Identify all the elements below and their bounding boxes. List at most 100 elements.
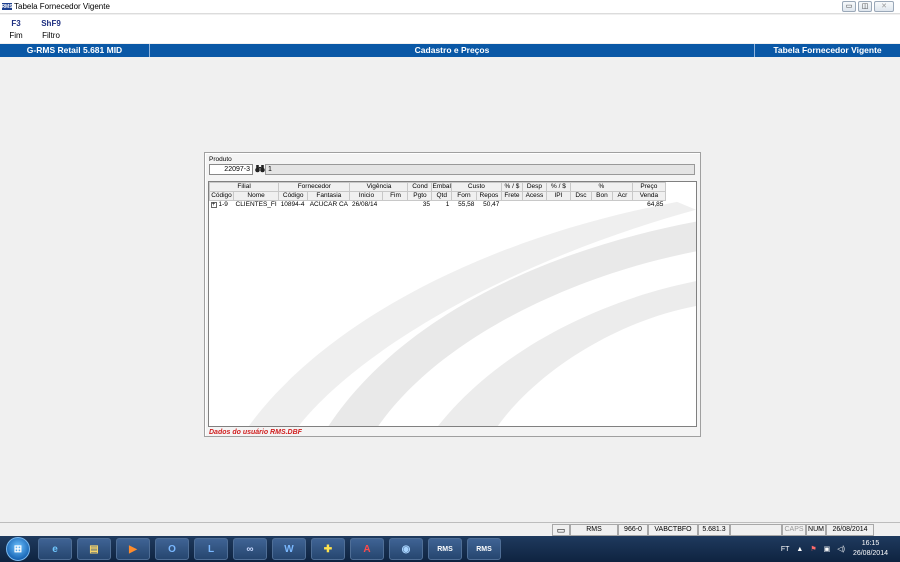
grid-column-header[interactable]: Frete: [500, 191, 523, 201]
grid-group-header: Desp: [521, 182, 547, 192]
grid-cell: [591, 201, 612, 210]
status-date: 26/08/2014: [826, 524, 874, 536]
grid-column-header[interactable]: IPI: [545, 191, 571, 201]
grid-cell: 35: [422, 201, 430, 209]
maximize-button[interactable]: ◫: [858, 1, 872, 12]
grid-column-header[interactable]: Código: [278, 191, 309, 201]
fkey-label: Filtro: [42, 31, 60, 40]
grid-column-header[interactable]: Dsc: [569, 191, 592, 201]
rms-app-icon: RMS: [1, 3, 13, 10]
grid-cell: [501, 201, 522, 210]
status-blank: [730, 524, 782, 536]
network-tray-icon[interactable]: ▣: [824, 545, 831, 553]
grid-column-header[interactable]: Repos: [475, 191, 502, 201]
grid-column-header[interactable]: Inicio: [349, 191, 384, 201]
screen-name: Tabela Fornecedor Vigente: [754, 44, 900, 57]
expand-row-icon[interactable]: +: [210, 202, 217, 209]
close-button[interactable]: ✕: [874, 1, 894, 12]
media-player-icon[interactable]: ▶: [116, 538, 150, 560]
status-bar: ▭ RMS 966-0 VABCTBFO 5.681.3 CAPS NUM 26…: [0, 522, 900, 536]
status-program: VABCTBFO: [648, 524, 698, 536]
grid-column-header[interactable]: Acr: [611, 191, 633, 201]
rms-icon: RMS: [476, 545, 492, 553]
grid-group-header: Custo: [450, 182, 502, 192]
grid-group-header-row: Filial Fornecedor Vigência Cond Embal Custo% …: [209, 182, 666, 192]
rms-taskbar-button-1[interactable]: RMS: [428, 538, 462, 560]
grid-cell-value: 1-9: [218, 201, 228, 209]
watermark-swoosh: [248, 201, 696, 426]
grid-cell: [570, 201, 591, 210]
outlook-icon[interactable]: O: [155, 538, 189, 560]
grid-column-header[interactable]: Código: [209, 191, 234, 201]
status-num: NUM: [806, 524, 826, 536]
grid-body: +1-9 CLIENTES_FI 10894-4 ACUCAR CA 26/08/14 3…: [210, 201, 666, 210]
produto-code-field[interactable]: 22097-3: [209, 164, 253, 175]
fkey-filtro[interactable]: ShF9 Filtro: [32, 15, 70, 43]
grid-cell: 64,85: [647, 201, 664, 209]
grid-group-header: Filial: [209, 182, 280, 192]
acrobat-icon[interactable]: A: [350, 538, 384, 560]
grid-group-header: Preço: [631, 182, 666, 192]
tray-arrow-icon[interactable]: ▲: [796, 546, 803, 553]
grid-group-header: % / $: [500, 182, 523, 192]
grid-cell: +1-9: [210, 201, 234, 210]
module-name: Cadastro e Preços: [414, 45, 490, 55]
user-data-info: Dados do usuário RMS.DBF: [209, 429, 302, 436]
status-version: 5.681.3: [698, 524, 730, 536]
grid-cell: [383, 201, 408, 210]
status-code: 966-0: [618, 524, 648, 536]
supplier-price-grid: Filial Fornecedor Vigência Cond Embal Custo% …: [208, 181, 697, 427]
grid-cell: ACUCAR CA: [309, 201, 348, 209]
grid-table: Filial Fornecedor Vigência Cond Embal Custo% …: [209, 182, 666, 210]
fkey-fim[interactable]: F3 Fim: [0, 15, 32, 43]
grid-group-header: Vigência: [349, 182, 409, 192]
minimize-button[interactable]: ▭: [842, 1, 856, 12]
grid-group-header: Fornecedor: [278, 182, 351, 192]
rms-taskbar-button-2[interactable]: RMS: [467, 538, 501, 560]
status-caps: CAPS: [782, 524, 806, 536]
cooperation-icon[interactable]: ∞: [233, 538, 267, 560]
ie-icon[interactable]: e: [38, 538, 72, 560]
fkey-label: Fim: [9, 31, 23, 40]
clock-date: 26/08/2014: [852, 550, 888, 557]
module-header-band: G-RMS Retail 5.681 MID Cadastro e Preços…: [0, 44, 900, 57]
grid-column-header[interactable]: Fim: [382, 191, 409, 201]
grid-cell: [522, 201, 546, 210]
grid-column-header[interactable]: Fantasia: [307, 191, 351, 201]
grid-column-header[interactable]: Venda: [631, 191, 666, 201]
grid-cell: CLIENTES_FI: [235, 201, 277, 209]
main-panel: Produto 22097-3 1 Filial Fornecedor Vigênc…: [204, 152, 701, 437]
grid-column-header[interactable]: Nome: [232, 191, 280, 201]
volume-icon[interactable]: ◁): [837, 545, 845, 553]
grid-cell: 1: [445, 201, 450, 209]
window-controls: ▭ ◫ ✕: [842, 1, 894, 12]
grid-column-header[interactable]: Forn: [450, 191, 477, 201]
window-title: Tabela Fornecedor Vigente: [14, 2, 110, 11]
produto-label: Produto: [209, 156, 232, 163]
lync-icon[interactable]: L: [194, 538, 228, 560]
grid-group-header: % / $: [545, 182, 571, 192]
explorer-icon[interactable]: ▤: [77, 538, 111, 560]
flag-icon[interactable]: ⚑: [810, 545, 816, 553]
grid-column-header[interactable]: Acess: [521, 191, 547, 201]
grid-group-header: Embal: [431, 182, 452, 192]
grid-cell: [612, 201, 632, 210]
clipboard-icon[interactable]: ▭: [552, 524, 570, 536]
grid-column-header[interactable]: Qtd: [431, 191, 452, 201]
word-icon[interactable]: W: [272, 538, 306, 560]
windows-taskbar: ⊞ e ▤ ▶ O L ∞ W ✚ A ◉ RMS RMS FT ▲ ⚑ ▣ ◁…: [0, 536, 900, 562]
network-icon[interactable]: ◉: [389, 538, 423, 560]
table-row[interactable]: +1-9 CLIENTES_FI 10894-4 ACUCAR CA 26/08/14 3…: [210, 201, 666, 210]
clock[interactable]: 16:15 26/08/2014: [853, 539, 888, 559]
grid-cell: 10894-4: [280, 201, 305, 209]
start-button[interactable]: ⊞: [6, 537, 30, 561]
grid-cell: [546, 201, 570, 210]
grid-cell: 26/08/14: [351, 201, 378, 209]
grid-column-header[interactable]: Pgto: [407, 191, 433, 201]
title-bar: RMS Tabela Fornecedor Vigente ▭ ◫ ✕: [0, 0, 900, 14]
app-plus-icon[interactable]: ✚: [311, 538, 345, 560]
binoculars-icon[interactable]: [255, 164, 265, 175]
clock-time: 16:15: [861, 540, 880, 547]
language-indicator[interactable]: FT: [781, 546, 790, 553]
grid-column-header[interactable]: Bon: [590, 191, 613, 201]
